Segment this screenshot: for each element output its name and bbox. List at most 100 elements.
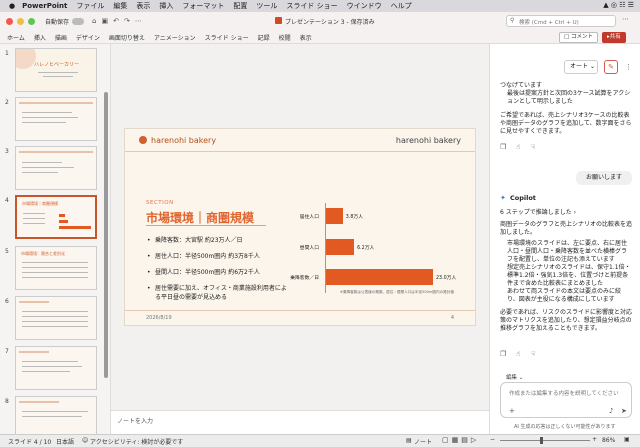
notes-icon: ▤ <box>406 437 412 444</box>
chart-axis <box>325 203 326 293</box>
apple-icon[interactable]: ● <box>9 2 15 10</box>
chart-value-label: 6.2万人 <box>357 246 375 251</box>
tab-home[interactable]: ホーム <box>7 33 25 42</box>
redo-icon[interactable]: ↷ <box>124 17 130 25</box>
copilot-name: Copilot <box>510 194 536 202</box>
close-window-icon[interactable] <box>6 17 13 25</box>
edit-mode-toggle[interactable]: 編集 ⌄ <box>506 373 523 381</box>
thumbnail-1[interactable]: 1 ハレノヒベーカリー <box>0 48 108 93</box>
thumbnail-6[interactable]: 6 <box>0 296 108 341</box>
more-options-icon[interactable]: ⋮ <box>625 63 632 71</box>
bar-chart[interactable]: 居住人口 3.8万人 昼間人口 6.2万人 乗降客数／日 23.0万人 <box>125 129 475 325</box>
thumbs-up-icon[interactable]: ☝ <box>516 350 520 358</box>
thumbnail-2[interactable]: 2 <box>0 97 108 142</box>
accessibility-status[interactable]: アクセシビリティ: 検討が必要です <box>90 437 183 446</box>
chart-category-label: 居住人口 <box>299 215 319 220</box>
menu-window[interactable]: ウインドウ <box>347 1 382 11</box>
thumbnail-5[interactable]: 5 市場環境：競合と差別化 <box>0 246 108 291</box>
menu-tools[interactable]: ツール <box>256 1 277 11</box>
slide-4[interactable]: harenohi bakery harenohi bakery SECTION … <box>124 128 476 326</box>
send-icon[interactable]: ➤ <box>621 407 627 415</box>
menu-insert[interactable]: 挿入 <box>159 1 173 11</box>
document-title[interactable]: プレゼンテーション 3 - 保存済み <box>285 17 375 26</box>
menu-help[interactable]: ヘルプ <box>391 1 412 11</box>
zoom-out-icon[interactable]: − <box>490 436 495 443</box>
tab-record[interactable]: 記録 <box>258 33 270 42</box>
chevron-down-icon: ⌄ <box>589 63 595 70</box>
copy-icon[interactable]: ❐ <box>500 143 506 151</box>
copilot-bullet: あわせて両スライドの本文は要点のみに絞り、図表が主役になる構成にしています <box>507 288 622 303</box>
tab-animations[interactable]: アニメーション <box>154 33 196 42</box>
thumbnail-8[interactable]: 8 <box>0 396 108 434</box>
thumbnail-band <box>19 351 49 353</box>
tab-review[interactable]: 校閲 <box>279 33 291 42</box>
thumbnail-line <box>22 112 72 113</box>
zoom-slider[interactable] <box>500 440 590 441</box>
tab-view[interactable]: 表示 <box>300 33 312 42</box>
comment-button[interactable]: □ コメント <box>559 32 598 43</box>
thumbnail-line <box>22 162 62 163</box>
slide-counter: スライド 4 / 10 <box>8 439 52 446</box>
thumbnail-7[interactable]: 7 <box>0 346 108 391</box>
thumbnail-title: 市場環境｜商圏規模 <box>22 201 58 206</box>
menu-slideshow[interactable]: スライド ショー <box>286 1 337 11</box>
thumbnail-4[interactable]: 4 市場環境｜商圏規模 <box>0 195 108 240</box>
search-icon: ⚲ <box>510 17 515 24</box>
menu-file[interactable]: ファイル <box>76 1 104 11</box>
copilot-text: つなげています <box>500 82 543 89</box>
new-chat-button[interactable]: ✎ <box>604 60 618 74</box>
user-message-text: お願いします <box>585 174 622 181</box>
menu-format[interactable]: フォーマット <box>182 1 224 11</box>
autosave-label: 自動保存 <box>45 18 70 26</box>
tab-insert[interactable]: 挿入 <box>34 33 46 42</box>
thumbnail-number: 5 <box>5 248 9 255</box>
thumbnail-band <box>19 401 59 403</box>
microphone-icon[interactable]: ♪ <box>609 407 613 415</box>
more-options-icon[interactable]: ⋯ <box>622 15 629 23</box>
thumbnail-3[interactable]: 3 <box>0 146 108 191</box>
thumbnail-line <box>22 117 78 118</box>
language-status[interactable]: 日本語 <box>56 437 74 446</box>
copilot-prompt-input[interactable]: 作成または編集する内容を説明してください + ♪ ➤ <box>500 382 632 418</box>
home-icon[interactable]: ⌂ <box>92 17 96 25</box>
search-placeholder: 検索 (Cmd + Ctrl + U) <box>519 20 579 26</box>
tab-transitions[interactable]: 画面切り替え <box>109 33 145 42</box>
reasoning-steps-toggle[interactable]: 6 ステップで推論しました › <box>500 207 576 216</box>
share-button[interactable]: ▸共有 <box>602 32 626 43</box>
autosave-toggle[interactable] <box>72 17 85 25</box>
zoom-slider-thumb[interactable] <box>540 437 543 444</box>
tab-design[interactable]: デザイン <box>76 33 100 42</box>
thumbnail-bar <box>59 220 68 223</box>
add-icon[interactable]: + <box>509 407 515 415</box>
view-buttons[interactable]: ▢▦▤▷ <box>442 436 479 444</box>
undo-icon[interactable]: ↶ <box>113 17 119 25</box>
thumbnail-line <box>22 371 70 372</box>
menu-app-name[interactable]: PowerPoint <box>22 2 67 10</box>
thumbnail-scrollbar[interactable] <box>104 92 108 378</box>
search-input[interactable]: ⚲ 検索 (Cmd + Ctrl + U) <box>506 15 616 27</box>
thumbnail-line <box>22 366 82 367</box>
zoom-in-icon[interactable]: + <box>592 436 597 443</box>
thumbnail-band <box>19 102 93 104</box>
auto-dropdown[interactable]: オート ⌄ <box>564 60 598 74</box>
save-icon[interactable]: ▣ <box>101 17 108 25</box>
thumbs-down-icon[interactable]: ☟ <box>531 350 535 358</box>
copy-icon[interactable]: ❐ <box>500 350 506 358</box>
notes-toggle[interactable]: ノート <box>414 437 432 446</box>
menu-edit[interactable]: 編集 <box>113 1 127 11</box>
thumbs-up-icon[interactable]: ☝ <box>516 143 520 151</box>
menu-view[interactable]: 表示 <box>136 1 150 11</box>
notes-pane[interactable]: ノートを入力 <box>111 410 489 434</box>
chart-bar <box>325 269 433 285</box>
zoom-window-icon[interactable] <box>28 17 35 25</box>
comment-icon: □ <box>564 34 570 40</box>
tab-draw[interactable]: 描画 <box>55 33 67 42</box>
minimize-window-icon[interactable] <box>17 17 24 25</box>
comment-label: コメント <box>570 34 593 40</box>
tab-slideshow[interactable]: スライド ショー <box>205 33 249 42</box>
chevron-down-icon: ⌄ <box>518 375 524 381</box>
more-icon[interactable]: ⋯ <box>135 17 142 25</box>
thumbs-down-icon[interactable]: ☟ <box>531 143 535 151</box>
menu-arrange[interactable]: 配置 <box>233 1 247 11</box>
fit-slide-icon[interactable]: ▣ <box>624 436 630 443</box>
